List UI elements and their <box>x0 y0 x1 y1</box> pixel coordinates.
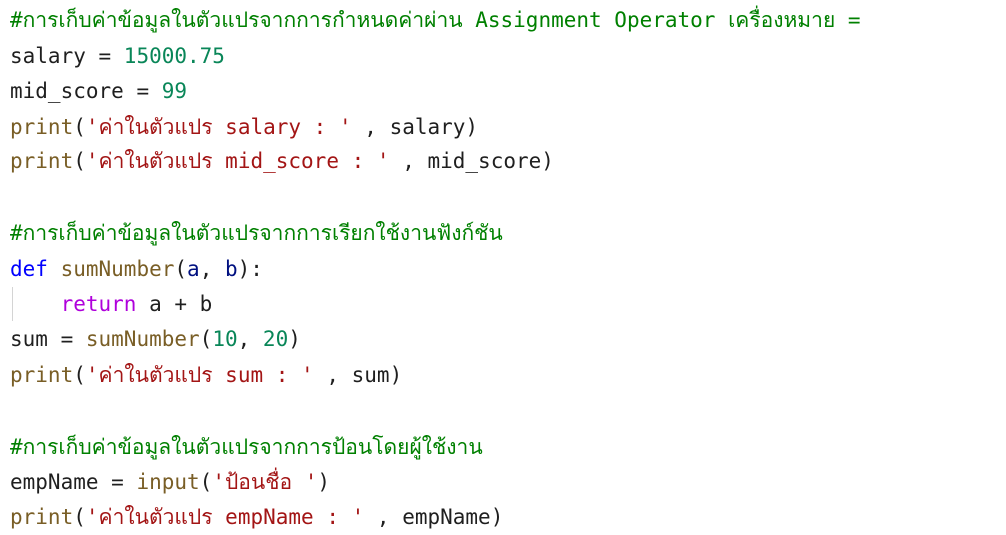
open-paren: ( <box>73 149 86 173</box>
function-name: print <box>10 149 74 173</box>
argument-separator: , <box>389 149 428 173</box>
assignment-operator: = <box>98 470 137 494</box>
open-paren: ( <box>174 257 188 281</box>
code-line-13: print('ค่าในตัวแปร empName : ' , empName… <box>10 502 503 532</box>
code-line-7: def sumNumber(a, b): <box>10 254 263 284</box>
function-name: print <box>10 115 74 139</box>
open-paren: ( <box>73 115 86 139</box>
assignment-operator: = <box>85 44 124 68</box>
return-expression: a + b <box>136 292 213 316</box>
close-paren: ) <box>288 327 301 351</box>
code-line-4: print('ค่าในตัวแปร salary : ' , salary) <box>10 112 478 142</box>
close-paren: ) <box>490 505 504 529</box>
variable-name: salary <box>10 44 86 68</box>
comma: , <box>199 257 225 281</box>
code-line-1: #การเก็บค่าข้อมูลในตัวแปรจากการกำหนดค่าผ… <box>10 5 861 35</box>
function-name: input <box>136 470 200 494</box>
number-literal: 10 <box>212 327 238 351</box>
open-paren: ( <box>73 505 86 529</box>
string-literal: 'ค่าในตัวแปร empName : ' <box>85 505 365 529</box>
assignment-operator: = <box>47 327 86 351</box>
argument-name: mid_score <box>427 149 542 173</box>
open-paren: ( <box>199 327 213 351</box>
open-paren: ( <box>199 470 213 494</box>
close-paren: ) <box>389 363 403 387</box>
function-name: sumNumber <box>85 327 200 351</box>
code-line-5: print('ค่าในตัวแปร mid_score : ' , mid_s… <box>10 146 554 176</box>
code-comment: #การเก็บค่าข้อมูลในตัวแปรจากการกำหนดค่าผ… <box>10 8 861 32</box>
number-literal: 20 <box>262 327 289 351</box>
variable-name: mid_score <box>10 79 124 103</box>
code-line-11: #การเก็บค่าข้อมูลในตัวแปรจากการป้อนโดยผู… <box>10 432 483 462</box>
return-keyword: return <box>60 292 137 316</box>
variable-name: empName <box>10 470 99 494</box>
argument-separator: , <box>351 115 390 139</box>
code-comment: #การเก็บค่าข้อมูลในตัวแปรจากการเรียกใช้ง… <box>10 221 503 245</box>
argument-name: empName <box>402 505 491 529</box>
argument-separator: , <box>313 363 352 387</box>
function-name: sumNumber <box>60 257 175 281</box>
open-paren: ( <box>73 363 86 387</box>
code-line-2: salary = 15000.75 <box>10 41 225 71</box>
argument-name: salary <box>389 115 466 139</box>
code-line-12: empName = input('ป้อนชื่อ ') <box>10 467 330 497</box>
string-literal: 'ค่าในตัวแปร mid_score : ' <box>85 149 390 173</box>
function-name: print <box>10 505 74 529</box>
string-literal: 'ค่าในตัวแปร salary : ' <box>85 115 352 139</box>
code-line-9: sum = sumNumber(10, 20) <box>10 324 301 354</box>
close-paren: ) <box>317 470 331 494</box>
code-line-3: mid_score = 99 <box>10 76 187 106</box>
code-editor[interactable]: #การเก็บค่าข้อมูลในตัวแปรจากการกำหนดค่าผ… <box>0 0 1006 535</box>
argument-separator: , <box>364 505 403 529</box>
number-literal: 15000.75 <box>123 44 225 68</box>
string-literal: 'ป้อนชื่อ ' <box>212 470 318 494</box>
number-literal: 99 <box>161 79 188 103</box>
argument-name: sum <box>351 363 390 387</box>
close-paren: ) <box>541 149 554 173</box>
assignment-operator: = <box>123 79 162 103</box>
parameter-a: a <box>187 257 200 281</box>
string-literal: 'ค่าในตัวแปร sum : ' <box>85 363 314 387</box>
def-keyword: def <box>10 257 48 281</box>
variable-name: sum <box>10 327 48 351</box>
code-comment: #การเก็บค่าข้อมูลในตัวแปรจากการป้อนโดยผู… <box>10 435 483 459</box>
code-line-6: #การเก็บค่าข้อมูลในตัวแปรจากการเรียกใช้ง… <box>10 218 503 248</box>
code-line-10: print('ค่าในตัวแปร sum : ' , sum) <box>10 360 402 390</box>
function-name: print <box>10 363 74 387</box>
comma: , <box>237 327 263 351</box>
code-line-8: return a + b <box>10 289 213 319</box>
close-paren-colon: ): <box>237 257 263 281</box>
parameter-b: b <box>225 257 238 281</box>
close-paren: ) <box>465 115 479 139</box>
